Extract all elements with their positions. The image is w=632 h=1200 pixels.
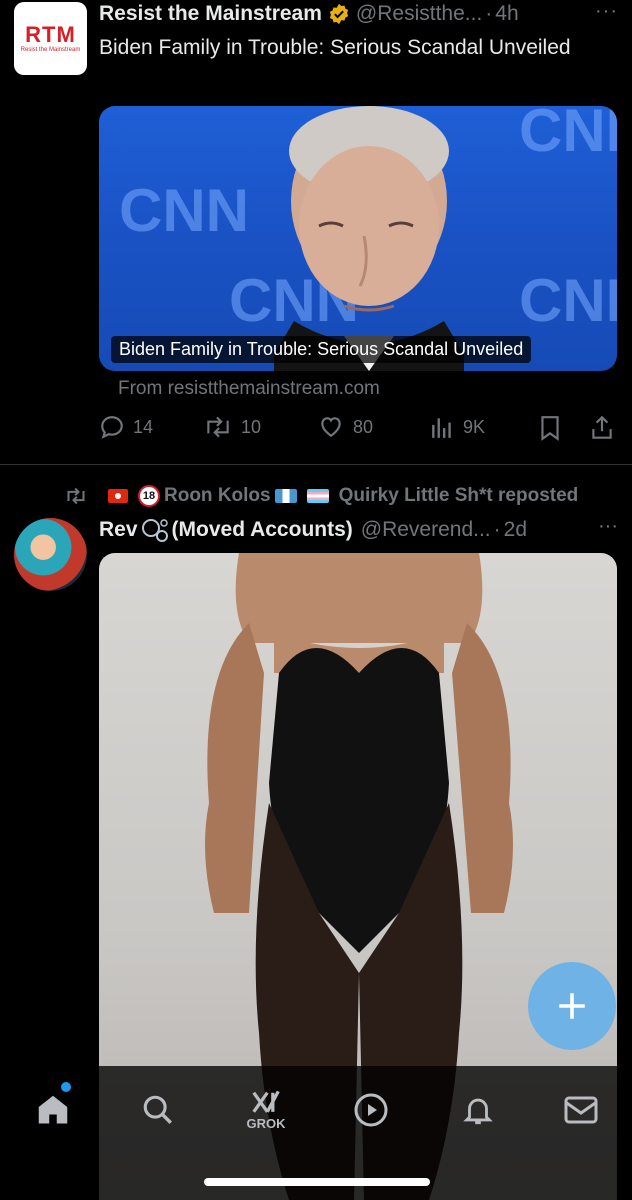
avatar-logo-subtext: Resist the Mainstream [20,47,81,53]
views-chart-icon [432,418,451,438]
share-button[interactable] [589,414,623,442]
separator-dot: · [485,2,493,25]
home-indicator[interactable] [204,1178,430,1186]
card-caption: Biden Family in Trouble: Serious Scandal… [111,336,532,363]
cnn-watermark: CNN [519,106,617,164]
views-count: 9K [463,416,486,437]
author-name[interactable]: Resist the Mainstream [99,2,322,26]
like-button[interactable]: 80 [317,414,373,440]
cnn-watermark: CNN [519,267,617,334]
nav-notifications[interactable] [454,1086,502,1134]
tweet-header: Resist the Mainstream @Resistthe... · 4h [99,0,619,28]
tweet-divider [0,464,632,465]
repost-count: 10 [241,416,262,437]
nav-grok[interactable]: GROK [242,1086,290,1134]
reply-icon [101,416,123,439]
author-name-prefix[interactable]: Rev [99,518,138,542]
hong-kong-flag-icon [108,489,128,503]
bell-icon [463,1098,493,1125]
link-card-image[interactable]: CNN CNN CNN CNN Biden Family in Trouble:… [99,106,617,371]
search-icon [143,1095,172,1124]
like-count: 80 [353,416,374,437]
cnn-watermark: CNN [119,177,249,244]
play-circle-icon [354,1093,388,1127]
tweet-text: Biden Family in Trouble: Serious Scandal… [99,36,571,59]
share-icon [592,415,612,439]
repost-icon [67,487,85,505]
avatar-logo-text: RTM [25,22,76,47]
no-under-18-icon: 18 [138,485,160,507]
bookmark-icon [541,416,559,441]
nav-search[interactable] [134,1086,182,1134]
more-options-icon[interactable]: ··· [598,515,618,538]
author-handle[interactable]: @Reverend... [361,518,491,542]
reply-button[interactable]: 14 [99,414,153,440]
nav-video[interactable] [347,1086,395,1134]
author-name-suffix[interactable]: (Moved Accounts) [172,518,353,542]
guatemala-flag-icon [274,489,297,503]
views-button[interactable]: 9K [429,414,485,440]
person-photo [274,106,464,371]
nav-messages[interactable] [557,1086,605,1134]
compose-post-button[interactable] [528,962,616,1050]
transgender-flag-icon [306,489,329,503]
heart-icon [321,417,341,437]
card-source[interactable]: From resistthemainstream.com [118,378,380,400]
tweet-time[interactable]: 4h [495,2,518,26]
reply-count: 14 [133,416,154,437]
tweet-header: Rev (Moved Accounts) @Reverend... · 2d [99,515,619,545]
separator-dot: · [493,518,501,541]
verified-gold-icon [329,3,349,25]
envelope-icon [564,1096,598,1124]
tweet-time[interactable]: 2d [504,518,527,542]
home-notification-dot [61,1082,71,1092]
avatar-rev[interactable] [14,518,87,591]
grok-label: GROK [246,1115,286,1131]
repost-suffix: Quirky Little Sh*t reposted [338,485,579,506]
plus-icon [559,993,585,1019]
avatar-rtm[interactable]: RTM Resist the Mainstream [14,2,87,75]
home-icon [38,1095,68,1124]
repost-user-name: Roon Kolos [164,485,271,506]
author-handle[interactable]: @Resistthe... [356,2,482,26]
nav-home[interactable] [29,1086,77,1134]
more-options-icon[interactable]: ··· [595,0,618,23]
bookmark-button[interactable] [537,414,571,442]
repost-icon [207,416,229,438]
repost-button[interactable]: 10 [203,414,261,440]
tweet-actions: 14 10 80 9K [99,414,619,446]
bubbles-emoji-icon [141,519,168,542]
repost-indicator[interactable]: 18 Roon Kolos Quirky Little Sh*t reposte… [64,483,578,509]
